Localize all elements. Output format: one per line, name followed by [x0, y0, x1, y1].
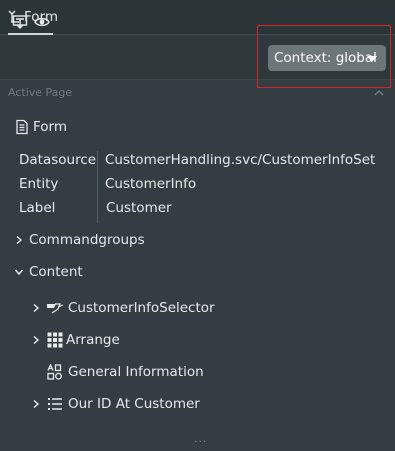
tree-label: Our ID At Customer: [68, 396, 200, 412]
context-label: Context: global: [274, 50, 377, 66]
eye-icon: [34, 17, 50, 27]
property-value: Customer: [106, 200, 172, 216]
context-dropdown[interactable]: Context: global: [268, 45, 386, 71]
tree-node-customerinfoselector[interactable]: CustomerInfoSelector: [31, 297, 215, 319]
tree-label: Content: [29, 264, 83, 280]
chevron-right-icon[interactable]: [31, 335, 41, 345]
more-indicator: ...: [194, 432, 208, 445]
chevron-right-icon[interactable]: [31, 303, 41, 313]
section-title: Active Page: [8, 86, 73, 99]
property-key: Entity: [19, 176, 59, 192]
chevron-up-icon[interactable]: [372, 88, 386, 98]
property-value: CustomerHandling.svc/CustomerInfoSet: [105, 152, 376, 168]
property-key: Datasource: [19, 152, 97, 168]
property-value: CustomerInfo: [105, 176, 197, 192]
grid-icon: [46, 331, 64, 349]
property-row-entity: Entity CustomerInfo: [19, 174, 196, 194]
tree-label: General Information: [68, 364, 204, 380]
selector-icon: [46, 299, 64, 317]
property-key: Label: [19, 200, 56, 216]
property-row-datasource: Datasource CustomerHandling.svc/Customer…: [19, 150, 375, 170]
form-label: Form: [33, 119, 68, 135]
tree-node-content[interactable]: Content: [14, 261, 83, 283]
chevron-right-icon[interactable]: [14, 235, 24, 245]
caret-down-icon: [367, 56, 377, 62]
chevron-down-icon[interactable]: [14, 267, 24, 277]
list-icon: [46, 395, 64, 413]
active-tab-indicator: [8, 33, 53, 35]
tree-node-commandgroups[interactable]: Commandgroups: [14, 229, 145, 251]
tree-label: Arrange: [66, 332, 120, 348]
tree-label: Commandgroups: [29, 232, 145, 248]
structure-icon: [12, 15, 28, 29]
property-row-label: Label Customer: [19, 198, 172, 218]
tree-node-general-information[interactable]: General Information: [46, 361, 204, 383]
group-icon: [46, 363, 64, 381]
structure-view-button[interactable]: [11, 13, 29, 31]
tree-label: CustomerInfoSelector: [68, 300, 215, 316]
panel-titlebar: Form: [0, 0, 395, 35]
tree-node-our-id-at-customer[interactable]: Our ID At Customer: [31, 393, 200, 415]
chevron-right-icon[interactable]: [31, 399, 41, 409]
tree-node-arrange[interactable]: Arrange: [31, 329, 120, 351]
preview-button[interactable]: [33, 13, 51, 31]
form-node[interactable]: Form: [15, 119, 67, 135]
document-icon: [16, 119, 28, 135]
